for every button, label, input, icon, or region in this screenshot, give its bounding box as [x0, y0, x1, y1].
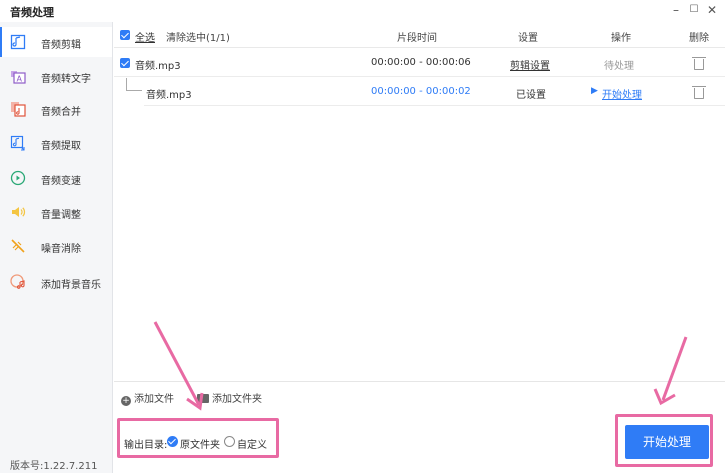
annotation-arrows — [153, 321, 688, 411]
